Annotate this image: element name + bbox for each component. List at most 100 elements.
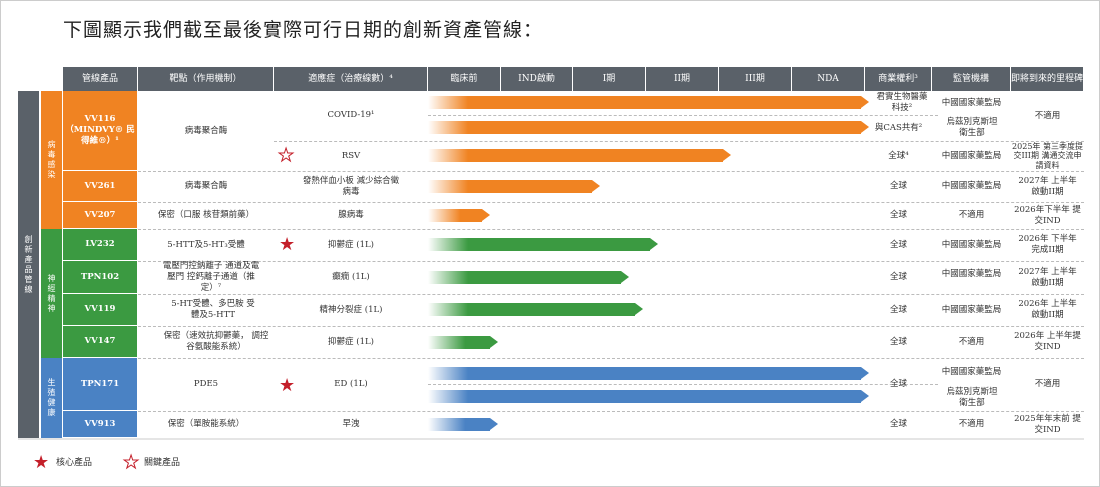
core-product-star-icon: ★ [279, 375, 296, 396]
progress-arrow-tip [635, 303, 644, 315]
target: 保密（單胺能系統） [167, 419, 245, 429]
page-title: 下圖顯示我們截至最後實際可行日期的創新資產管線： [63, 19, 544, 41]
target: PDE5 [193, 379, 219, 389]
header-phase: II期 [646, 67, 719, 91]
group-viral: 病毒感染 [41, 91, 62, 229]
product-tpn102: TPN102 [63, 261, 137, 294]
progress-bar-body [428, 121, 861, 134]
progress-bar-body [428, 303, 636, 316]
header-milestone: 即將到來的里程碑 [1011, 67, 1084, 91]
progress-bar-body [428, 336, 490, 349]
header-phase: I期 [573, 67, 646, 91]
progress-arrow-tip [489, 418, 498, 430]
table-bottom [18, 438, 1084, 440]
milestone: 2027年 上半年啟動II期 [1018, 266, 1077, 288]
key-product-star-icon: ★ [277, 145, 295, 166]
regulator: 中國國家藥監局 [941, 366, 1002, 377]
product-vv207: VV207 [63, 202, 137, 229]
milestone: 2026年下半年 提交IND [1014, 204, 1081, 226]
rights: 全球 [889, 419, 907, 429]
indication: ED (1L) [334, 379, 368, 389]
rights: 全球 [889, 272, 907, 282]
target: 保密（速效抗抑鬱藥， 調控谷氨酸能系統） [163, 331, 269, 352]
milestone: 不適用 [1034, 110, 1061, 121]
header-phase: IND啟動 [501, 67, 573, 91]
regulator: 中國國家藥監局 [941, 97, 1002, 108]
product-vv913: VV913 [63, 411, 137, 438]
progress-arrow-tip [649, 238, 658, 250]
milestone: 2025年 第三季度提交III期 溝通交流申請資料 [1012, 141, 1083, 170]
milestone: 2027年 上半年啟動II期 [1018, 175, 1077, 197]
target: 電壓門控鈉離子 通道及電壓門 控鈣離子通道（推定）⁷ [162, 261, 260, 293]
progress-arrow-tip [489, 336, 498, 348]
progress-bar-body [428, 180, 592, 193]
rights: 全球 [889, 379, 907, 389]
regulator: 烏茲別克斯坦衛生部 [946, 117, 998, 138]
progress-bar-body [428, 209, 483, 222]
group-repro: 生殖健康 [41, 358, 62, 438]
indication: 癲癇 (1L) [332, 272, 370, 282]
row-divider [428, 115, 938, 116]
target: 5-HT受體、多巴胺 受體及5-HTT [171, 299, 255, 320]
row-divider [428, 384, 938, 385]
rights: 全球 [889, 336, 907, 347]
progress-arrow-tip [591, 180, 600, 192]
indication: 腺病毒 [338, 210, 364, 220]
milestone: 2026年 上半年提交IND [1014, 331, 1081, 352]
row-divider [138, 358, 1084, 359]
header-target: 靶點（作用機制） [138, 67, 274, 91]
rights: 君實生物醫藥科技² [876, 92, 928, 113]
product-vv147: VV147 [63, 326, 137, 358]
rights: 與CAS共有² [874, 122, 923, 133]
regulator: 烏茲別克斯坦衛生部 [946, 387, 998, 408]
header-product: 管線產品 [63, 67, 138, 91]
milestone: 2026年 上半年啟動II期 [1018, 299, 1077, 320]
progress-arrow-tip [482, 209, 491, 221]
progress-arrow-tip [861, 96, 869, 108]
regulator: 中國國家藥監局 [941, 268, 1002, 279]
indication: RSV [341, 150, 361, 161]
header-phase: III期 [719, 67, 792, 91]
progress-bar-body [428, 238, 650, 251]
target: 病毒聚合酶 [184, 125, 228, 136]
regulator: 中國國家藥監局 [941, 150, 1002, 161]
progress-arrow-tip [620, 271, 629, 283]
regulator: 不適用 [958, 336, 985, 347]
progress-bar-body [428, 271, 621, 284]
header-rights: 商業權利³ [865, 67, 932, 91]
header-phase: 臨床前 [428, 67, 501, 91]
regulator: 中國國家藥監局 [941, 181, 1002, 191]
rights: 全球⁴ [888, 150, 909, 161]
header-indication: 適應症（治療線數）⁴ [274, 67, 428, 91]
target: 病毒聚合酶 [184, 181, 228, 191]
rights: 全球 [889, 181, 907, 191]
regulator: 不適用 [958, 419, 985, 429]
header-phase: NDA [792, 67, 865, 91]
product-vv116: VV116（MINDVY® 民得維®）¹ [63, 91, 137, 171]
core-product-star-icon: ★ [33, 452, 50, 473]
core-product-star-icon: ★ [279, 234, 296, 255]
legend-core: 核心產品 [56, 457, 93, 468]
milestone: 不適用 [1034, 379, 1061, 389]
rights: 全球 [889, 239, 907, 250]
regulator: 中國國家藥監局 [941, 239, 1002, 250]
legend-key: 關鍵產品 [144, 457, 181, 468]
group-neuro: 神經精神 [41, 229, 62, 358]
header-blank [18, 67, 63, 91]
regulator: 不適用 [958, 210, 985, 220]
indication: COVID-19¹ [327, 109, 375, 120]
indication: 抑鬱症 (1L) [328, 239, 374, 250]
key-product-star-icon: ★ [122, 452, 140, 473]
progress-bar-body [428, 367, 861, 380]
product-lv232: LV232 [63, 229, 137, 261]
progress-bar-body [428, 390, 861, 403]
milestone: 2025年年末前 提交IND [1014, 413, 1081, 435]
rights: 全球 [889, 210, 907, 220]
group-outer: 創新產品管線 [18, 91, 39, 438]
indication: 早洩 [342, 419, 360, 429]
product-tpn171: TPN171 [63, 358, 137, 411]
rights: 全球 [889, 304, 907, 315]
target: 保密（口服 核苷類前藥） [157, 210, 255, 220]
progress-arrow-tip [722, 149, 731, 161]
progress-bar-body [428, 96, 861, 109]
